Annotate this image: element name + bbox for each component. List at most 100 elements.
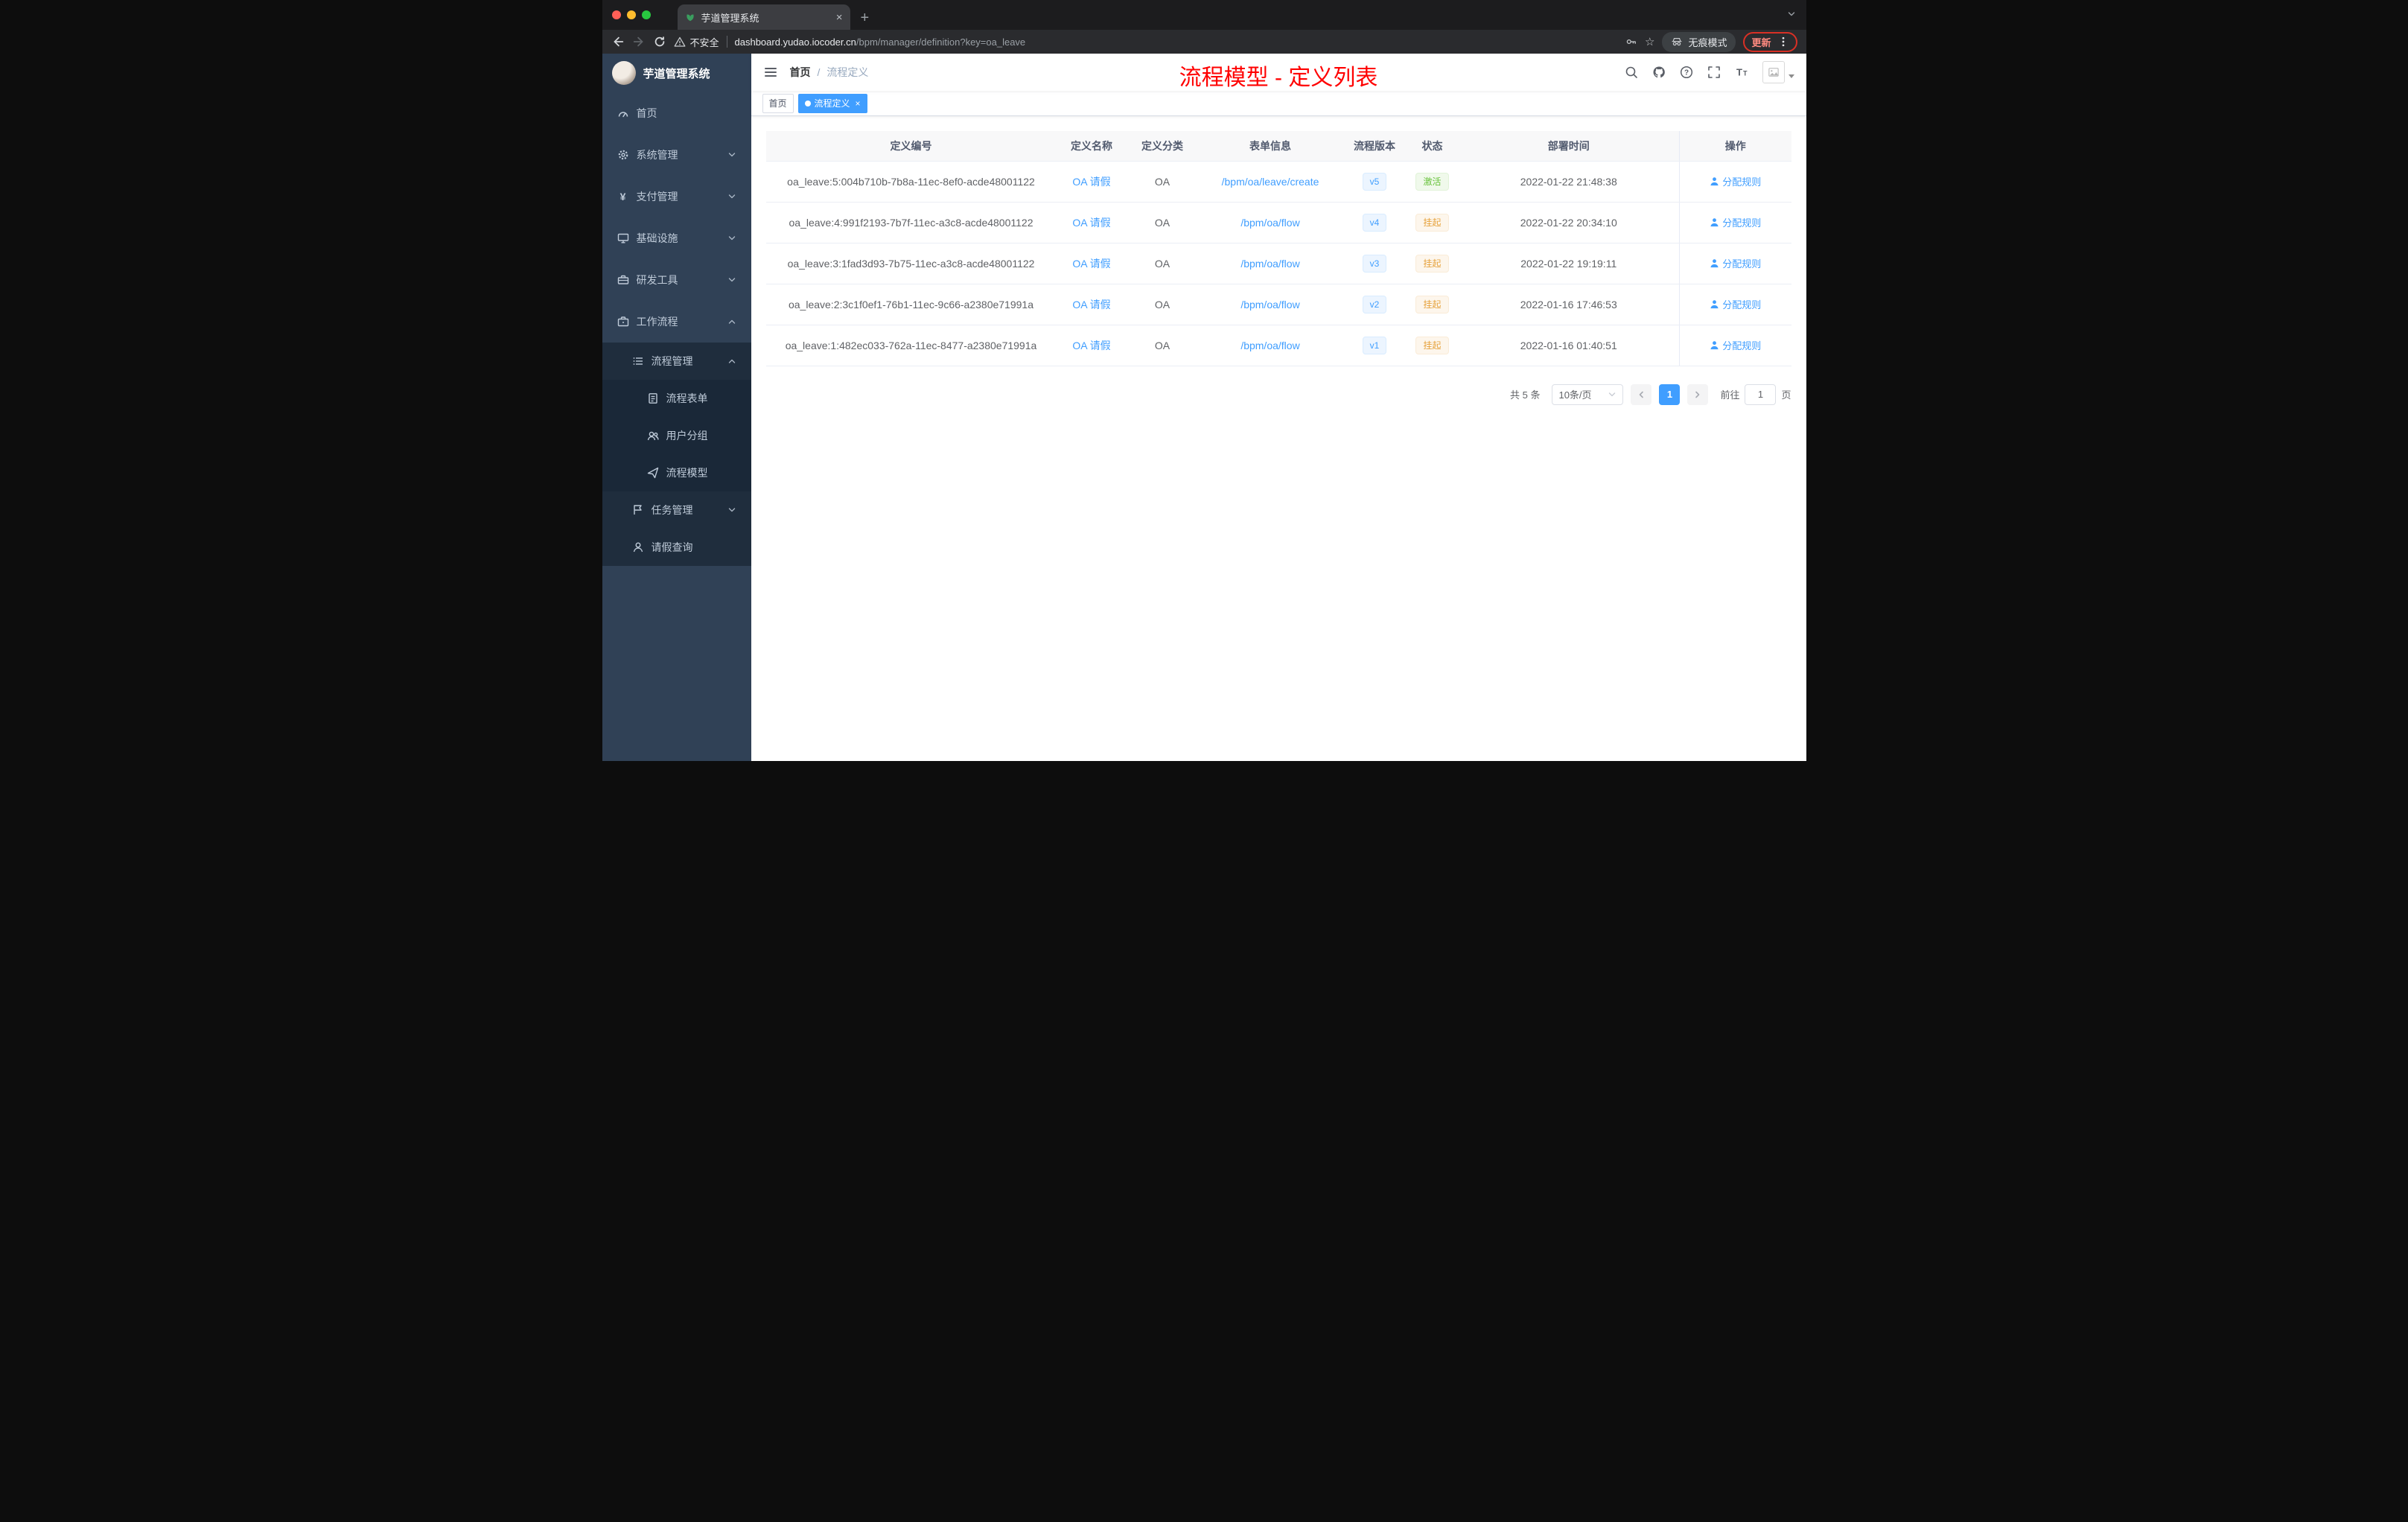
cell-definition-id: oa_leave:4:991f2193-7b7f-11ec-a3c8-acde4…	[765, 202, 1057, 243]
bookmark-star-icon[interactable]: ☆	[1645, 35, 1654, 48]
incognito-label: 无痕模式	[1688, 36, 1727, 48]
cell-category: OA	[1127, 243, 1198, 284]
sidebar-item-label: 系统管理	[636, 149, 678, 161]
definition-name-link[interactable]: OA 请假	[1072, 217, 1110, 229]
form-icon	[648, 393, 657, 404]
sidebar-item-label: 请假查询	[651, 541, 693, 553]
assign-rule-button[interactable]: 分配规则	[1710, 297, 1761, 311]
sidebar-item-process-model[interactable]: 流程模型	[602, 454, 751, 491]
table-row: oa_leave:1:482ec033-762a-11ec-8477-a2380…	[765, 325, 1791, 366]
forward-button[interactable]	[632, 35, 646, 48]
url-field[interactable]: dashboard.yudao.iocoder.cn/bpm/manager/d…	[735, 36, 1619, 48]
toolbox-icon	[617, 275, 628, 284]
tag-label: 流程定义	[814, 98, 850, 109]
sidebar-item-dev-tools[interactable]: 研发工具	[602, 259, 751, 301]
version-badge: v4	[1362, 213, 1387, 232]
sidebar-item-infra[interactable]: 基础设施	[602, 217, 751, 259]
app-title: 芋道管理系统	[643, 67, 710, 80]
avatar	[1762, 61, 1785, 83]
col-header-form: 表单信息	[1197, 131, 1343, 162]
chevron-down-icon	[1609, 392, 1616, 396]
form-link[interactable]: /bpm/oa/flow	[1240, 217, 1299, 229]
sidebar-item-system[interactable]: 系统管理	[602, 134, 751, 176]
person-icon	[1710, 259, 1719, 268]
flag-icon	[633, 505, 642, 515]
incognito-badge: 无痕模式	[1662, 31, 1736, 52]
assign-rule-button[interactable]: 分配规则	[1710, 174, 1761, 188]
zoom-window-button[interactable]	[641, 10, 651, 19]
definition-name-link[interactable]: OA 请假	[1072, 299, 1110, 311]
tag-home[interactable]: 首页	[762, 93, 794, 113]
navbar: 首页 / 流程定义 流程模型 - 定义列表 ? TT	[751, 54, 1806, 91]
dashboard-icon	[618, 112, 628, 118]
definition-name-link[interactable]: OA 请假	[1072, 340, 1110, 351]
form-link[interactable]: /bpm/oa/flow	[1240, 258, 1299, 270]
search-icon[interactable]	[1625, 66, 1638, 79]
cell-category: OA	[1127, 284, 1198, 325]
update-browser-button[interactable]: 更新	[1743, 31, 1797, 52]
sidebar-logo: 芋道管理系统	[602, 54, 751, 92]
tab-favicon	[686, 14, 694, 22]
sidebar-item-home[interactable]: 首页	[602, 92, 751, 134]
pagination-total: 共 5 条	[1510, 389, 1541, 401]
tab-search-chevron-icon[interactable]	[1787, 9, 1796, 22]
goto-page-input[interactable]	[1745, 383, 1777, 405]
hamburger-icon[interactable]	[763, 65, 778, 80]
sidebar-item-process-form[interactable]: 流程表单	[602, 380, 751, 417]
page-number-button[interactable]: 1	[1659, 383, 1681, 405]
user-menu[interactable]	[1762, 61, 1794, 83]
assign-rule-button[interactable]: 分配规则	[1710, 338, 1761, 352]
cell-definition-id: oa_leave:5:004b710b-7b8a-11ec-8ef0-acde4…	[765, 161, 1057, 203]
page-size-select[interactable]: 10条/页	[1552, 383, 1624, 405]
browser-menu-icon[interactable]	[1777, 36, 1789, 48]
breadcrumb-home[interactable]: 首页	[790, 65, 811, 80]
tag-close-icon[interactable]: ×	[856, 98, 861, 109]
reload-button[interactable]	[653, 35, 666, 48]
sidebar-item-task-mgmt[interactable]: 任务管理	[602, 491, 751, 529]
sidebar-item-user-group[interactable]: 用户分组	[602, 417, 751, 454]
sidebar-item-pay[interactable]: ¥ 支付管理	[602, 176, 751, 217]
browser-tab[interactable]: 芋道管理系统 ×	[677, 4, 850, 30]
new-tab-button[interactable]: +	[861, 10, 870, 25]
users-icon	[647, 431, 659, 441]
minimize-window-button[interactable]	[626, 10, 636, 19]
cell-category: OA	[1127, 202, 1198, 243]
chevron-up-icon	[728, 359, 735, 363]
page-annotation: 流程模型 - 定义列表	[1179, 66, 1378, 90]
password-key-icon[interactable]	[1625, 36, 1637, 48]
cell-deploy-time: 2022-01-16 17:46:53	[1458, 284, 1680, 325]
next-page-button[interactable]	[1687, 383, 1709, 405]
sidebar-item-leave-query[interactable]: 请假查询	[602, 529, 751, 566]
definition-name-link[interactable]: OA 请假	[1072, 176, 1110, 188]
assign-rule-button[interactable]: 分配规则	[1710, 215, 1761, 229]
back-button[interactable]	[611, 35, 625, 48]
list-icon	[633, 357, 643, 365]
help-icon[interactable]: ?	[1680, 66, 1693, 79]
sidebar-item-workflow[interactable]: 工作流程	[602, 301, 751, 343]
form-link[interactable]: /bpm/oa/leave/create	[1222, 176, 1319, 188]
cell-deploy-time: 2022-01-22 21:48:38	[1458, 161, 1680, 203]
assign-rule-button[interactable]: 分配规则	[1710, 256, 1761, 270]
tag-process-definition[interactable]: 流程定义 ×	[797, 93, 867, 113]
update-label: 更新	[1751, 36, 1771, 48]
sidebar-item-process-mgmt[interactable]: 流程管理	[602, 343, 751, 380]
svg-text:?: ?	[1684, 69, 1688, 77]
prev-page-button[interactable]	[1631, 383, 1652, 405]
security-chip[interactable]: 不安全	[674, 35, 719, 49]
tab-close-icon[interactable]: ×	[836, 11, 843, 24]
sidebar-item-label: 首页	[636, 107, 657, 119]
assign-rule-label: 分配规则	[1722, 299, 1762, 311]
status-badge: 挂起	[1415, 295, 1449, 313]
form-link[interactable]: /bpm/oa/flow	[1240, 299, 1299, 311]
fullscreen-icon[interactable]	[1707, 66, 1721, 79]
font-size-icon[interactable]: TT	[1735, 66, 1748, 79]
form-link[interactable]: /bpm/oa/flow	[1240, 340, 1299, 351]
goto-page: 前往 页	[1720, 383, 1791, 405]
github-icon[interactable]	[1652, 66, 1666, 79]
chevron-down-icon	[728, 508, 735, 512]
chevron-down-icon	[728, 236, 735, 241]
yen-icon: ¥	[619, 191, 626, 203]
close-window-button[interactable]	[611, 10, 621, 19]
definition-name-link[interactable]: OA 请假	[1072, 258, 1110, 270]
person-icon	[1710, 177, 1719, 186]
